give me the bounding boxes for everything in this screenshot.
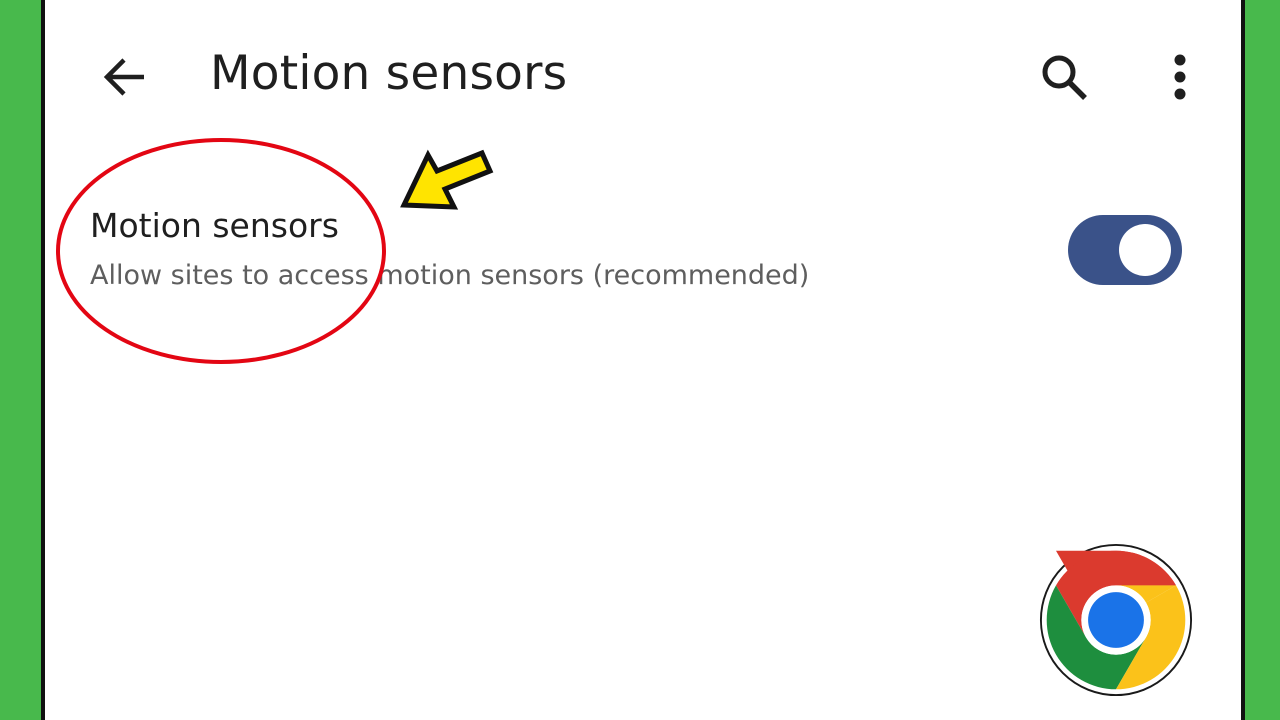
toggle-knob (1119, 224, 1171, 276)
chrome-logo (1039, 543, 1193, 697)
motion-sensors-toggle[interactable] (1068, 215, 1182, 285)
search-button[interactable] (1035, 48, 1093, 106)
app-bar: Motion sensors (45, 0, 1241, 150)
frame-edge-right (1241, 0, 1245, 720)
arrow-back-icon (103, 58, 144, 96)
more-options-button[interactable] (1160, 48, 1200, 106)
phone-frame: Motion sensors Motion sensors Allow site… (0, 0, 1280, 720)
settings-screen: Motion sensors Motion sensors Allow site… (45, 0, 1241, 720)
back-button[interactable] (97, 50, 151, 104)
page-title: Motion sensors (210, 46, 568, 101)
yellow-arrow-annotation (400, 149, 494, 210)
search-icon (1042, 55, 1087, 100)
more-vert-icon (1174, 54, 1186, 100)
red-circle-annotation (56, 138, 386, 364)
